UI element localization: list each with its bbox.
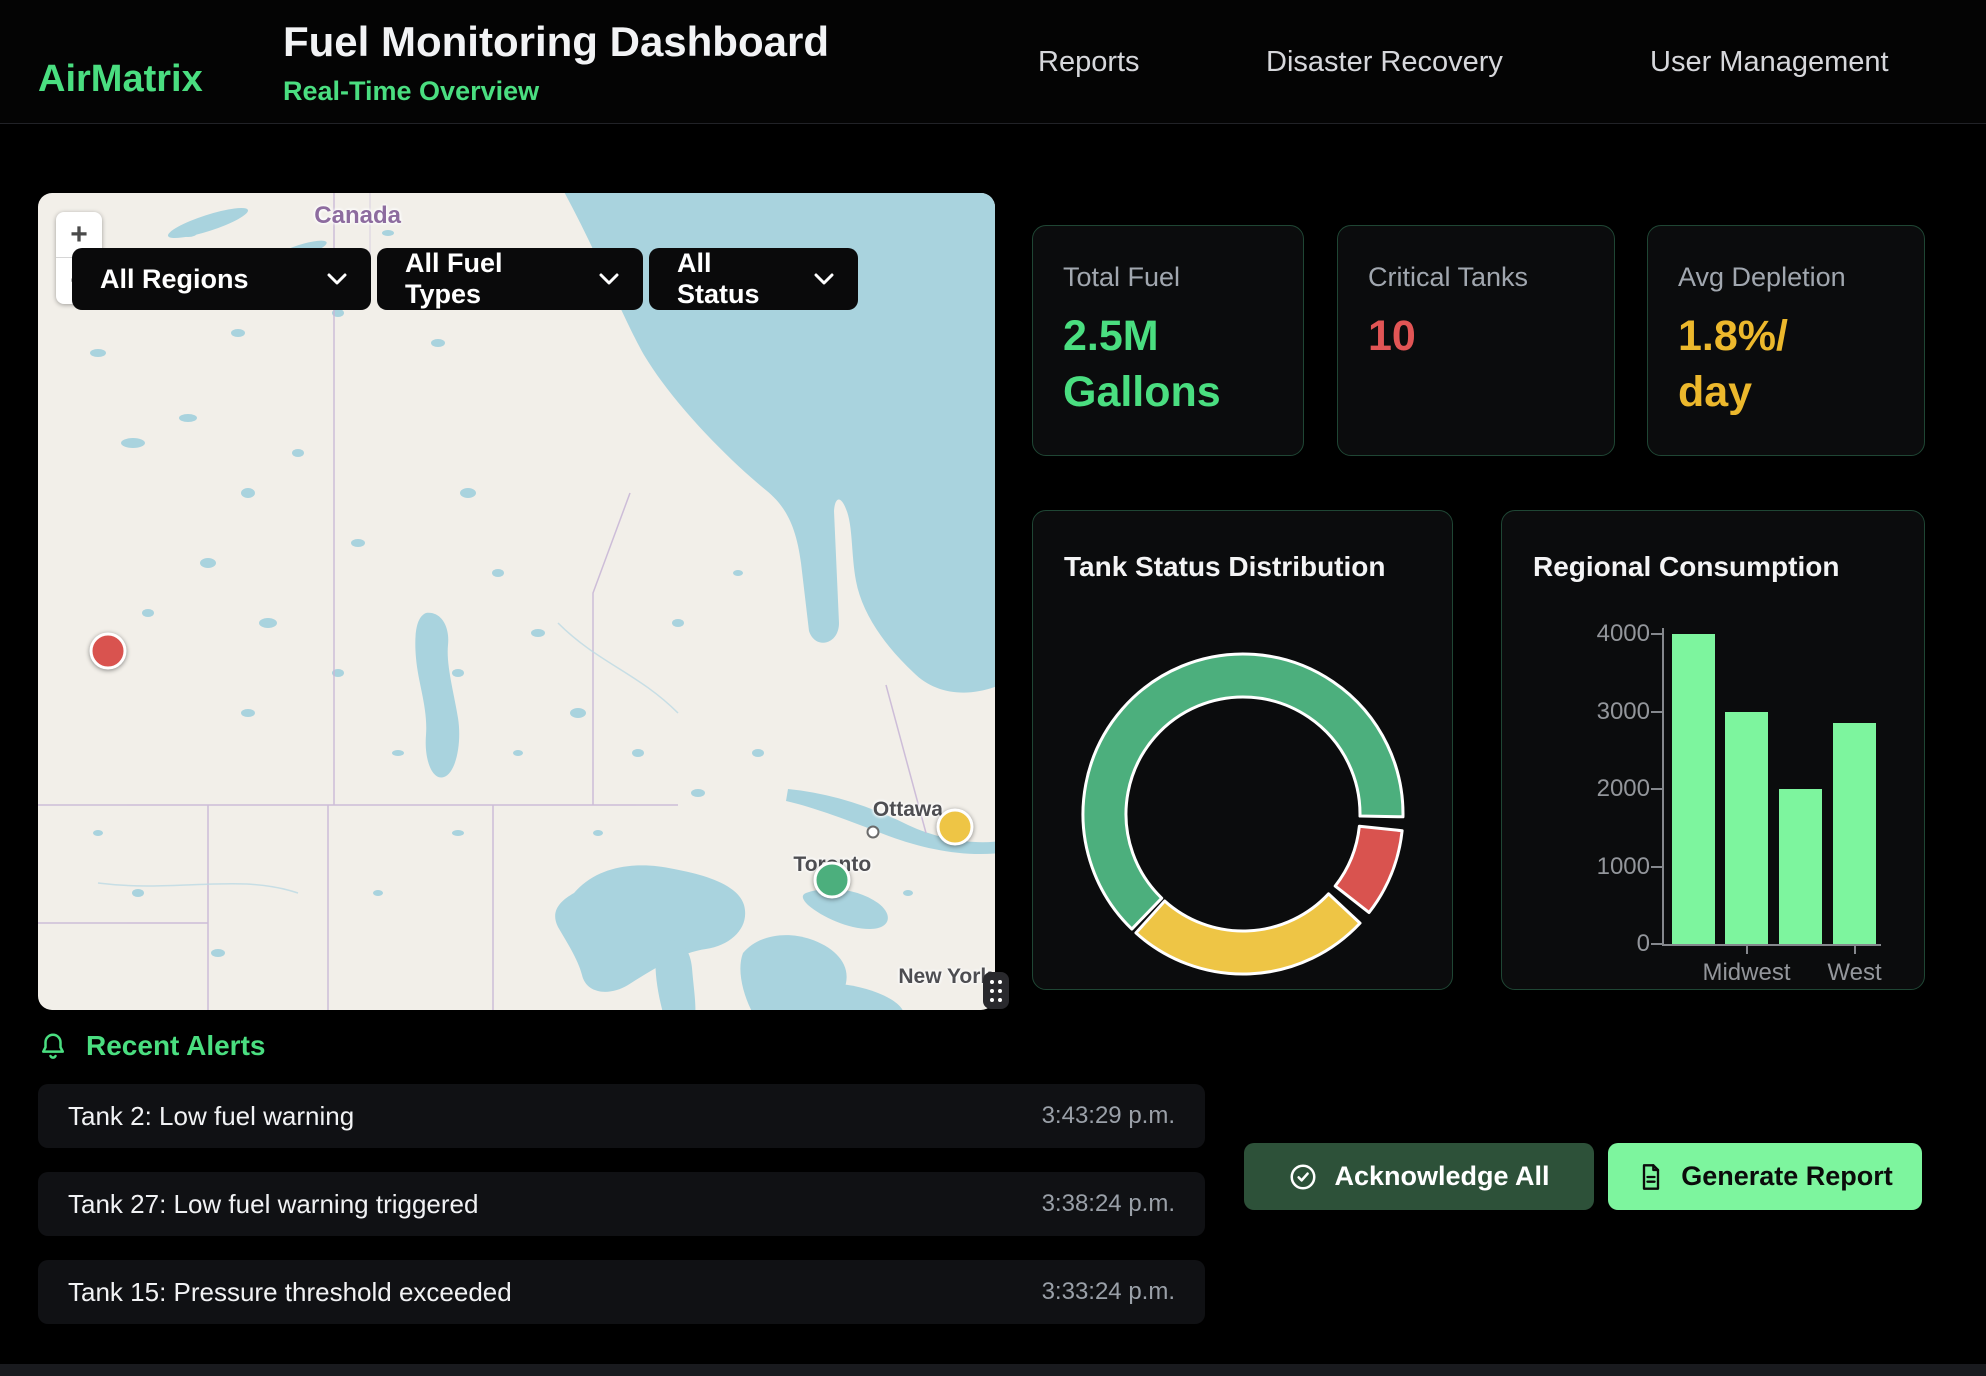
alert-row[interactable]: Tank 2: Low fuel warning 3:43:29 p.m.: [38, 1084, 1205, 1148]
bar: [1779, 789, 1822, 944]
acknowledge-all-label: Acknowledge All: [1334, 1161, 1549, 1192]
alert-time: 3:33:24 p.m.: [1042, 1278, 1175, 1306]
marker-critical-red[interactable]: [89, 633, 126, 670]
nav-user-management[interactable]: User Management: [1650, 46, 1889, 79]
generate-report-button[interactable]: Generate Report: [1608, 1143, 1922, 1210]
chevron-down-icon: [814, 273, 834, 285]
y-tick-mark: [1651, 711, 1662, 713]
y-tick-label: 2000: [1502, 775, 1650, 803]
recent-alerts-header: Recent Alerts: [38, 1030, 265, 1062]
map-label-new-york: New York: [898, 965, 992, 989]
y-tick-mark: [1651, 788, 1662, 790]
alert-text: Tank 2: Low fuel warning: [68, 1101, 354, 1132]
stat-label: Critical Tanks: [1368, 262, 1584, 293]
drag-handle-icon[interactable]: [983, 972, 1009, 1009]
region-filter-dropdown[interactable]: All Regions: [72, 248, 371, 310]
map-label-ottawa: Ottawa: [873, 798, 943, 822]
dashboard-screen: AirMatrix Fuel Monitoring Dashboard Real…: [0, 0, 1986, 1376]
check-circle-icon: [1288, 1162, 1318, 1192]
stat-label: Avg Depletion: [1678, 262, 1894, 293]
x-tick-mark: [1854, 946, 1856, 954]
alert-row[interactable]: Tank 27: Low fuel warning triggered 3:38…: [38, 1172, 1205, 1236]
stat-value: 1.8%/day: [1678, 309, 1894, 421]
marker-normal-green[interactable]: [814, 862, 851, 899]
stat-card-critical-tanks: Critical Tanks 10: [1337, 225, 1615, 456]
bell-icon: [38, 1031, 68, 1061]
tank-status-donut-chart: [1033, 511, 1453, 990]
fuel-type-filter-dropdown[interactable]: All Fuel Types: [377, 248, 643, 310]
y-tick-mark: [1651, 633, 1662, 635]
x-axis-line: [1662, 944, 1881, 946]
status-filter-dropdown[interactable]: All Status: [649, 248, 858, 310]
nav-disaster-recovery[interactable]: Disaster Recovery: [1266, 46, 1503, 79]
brand-logo: AirMatrix: [38, 58, 203, 101]
x-tick-mark: [1746, 946, 1748, 954]
status-filter-value: All Status: [677, 248, 796, 310]
app-header: AirMatrix Fuel Monitoring Dashboard Real…: [0, 0, 1986, 124]
alert-row[interactable]: Tank 15: Pressure threshold exceeded 3:3…: [38, 1260, 1205, 1324]
stat-card-total-fuel: Total Fuel 2.5MGallons: [1032, 225, 1304, 456]
bar: [1725, 712, 1768, 945]
acknowledge-all-button[interactable]: Acknowledge All: [1244, 1143, 1594, 1210]
y-tick-mark: [1651, 866, 1662, 868]
ottawa-town-icon: [866, 825, 879, 838]
scroll-container-edge: [0, 1364, 1986, 1376]
tank-status-card: Tank Status Distribution: [1032, 510, 1453, 990]
document-icon: [1637, 1163, 1665, 1191]
nav-reports[interactable]: Reports: [1038, 46, 1140, 79]
recent-alerts-title: Recent Alerts: [86, 1030, 265, 1062]
page-subtitle: Real-Time Overview: [283, 76, 539, 107]
stat-value: 10: [1368, 309, 1584, 365]
page-title: Fuel Monitoring Dashboard: [283, 18, 829, 66]
stat-label: Total Fuel: [1063, 262, 1273, 293]
bar: [1672, 634, 1715, 944]
alert-text: Tank 15: Pressure threshold exceeded: [68, 1277, 512, 1308]
alert-text: Tank 27: Low fuel warning triggered: [68, 1189, 478, 1220]
x-tick-label: West: [1785, 959, 1925, 987]
y-tick-label: 4000: [1502, 620, 1650, 648]
chevron-down-icon: [599, 273, 619, 285]
fuel-map[interactable]: Canada Ottawa Toronto New York + − All R…: [38, 193, 995, 1010]
stat-value: 2.5MGallons: [1063, 309, 1273, 421]
stat-card-avg-depletion: Avg Depletion 1.8%/day: [1647, 225, 1925, 456]
map-filters: All Regions All Fuel Types All Status: [72, 248, 858, 310]
regional-consumption-card: Regional Consumption 01000200030004000Mi…: [1501, 510, 1925, 990]
fuel-type-filter-value: All Fuel Types: [405, 248, 581, 310]
basemap-tiles: [38, 193, 995, 1010]
chevron-down-icon: [327, 273, 347, 285]
donut-segment-yellow: [1136, 894, 1360, 974]
y-tick-mark: [1651, 943, 1662, 945]
y-axis-line: [1662, 628, 1664, 946]
bar: [1833, 723, 1876, 944]
generate-report-label: Generate Report: [1681, 1161, 1893, 1192]
alert-time: 3:38:24 p.m.: [1042, 1190, 1175, 1218]
alert-time: 3:43:29 p.m.: [1042, 1102, 1175, 1130]
map-label-canada: Canada: [314, 202, 401, 230]
y-tick-label: 1000: [1502, 853, 1650, 881]
region-filter-value: All Regions: [100, 264, 249, 295]
y-tick-label: 3000: [1502, 698, 1650, 726]
marker-warning-yellow[interactable]: [936, 808, 973, 845]
y-tick-label: 0: [1502, 930, 1650, 958]
regional-consumption-bar-chart: 01000200030004000MidwestWest: [1502, 511, 1925, 990]
donut-segment-red: [1335, 826, 1402, 912]
